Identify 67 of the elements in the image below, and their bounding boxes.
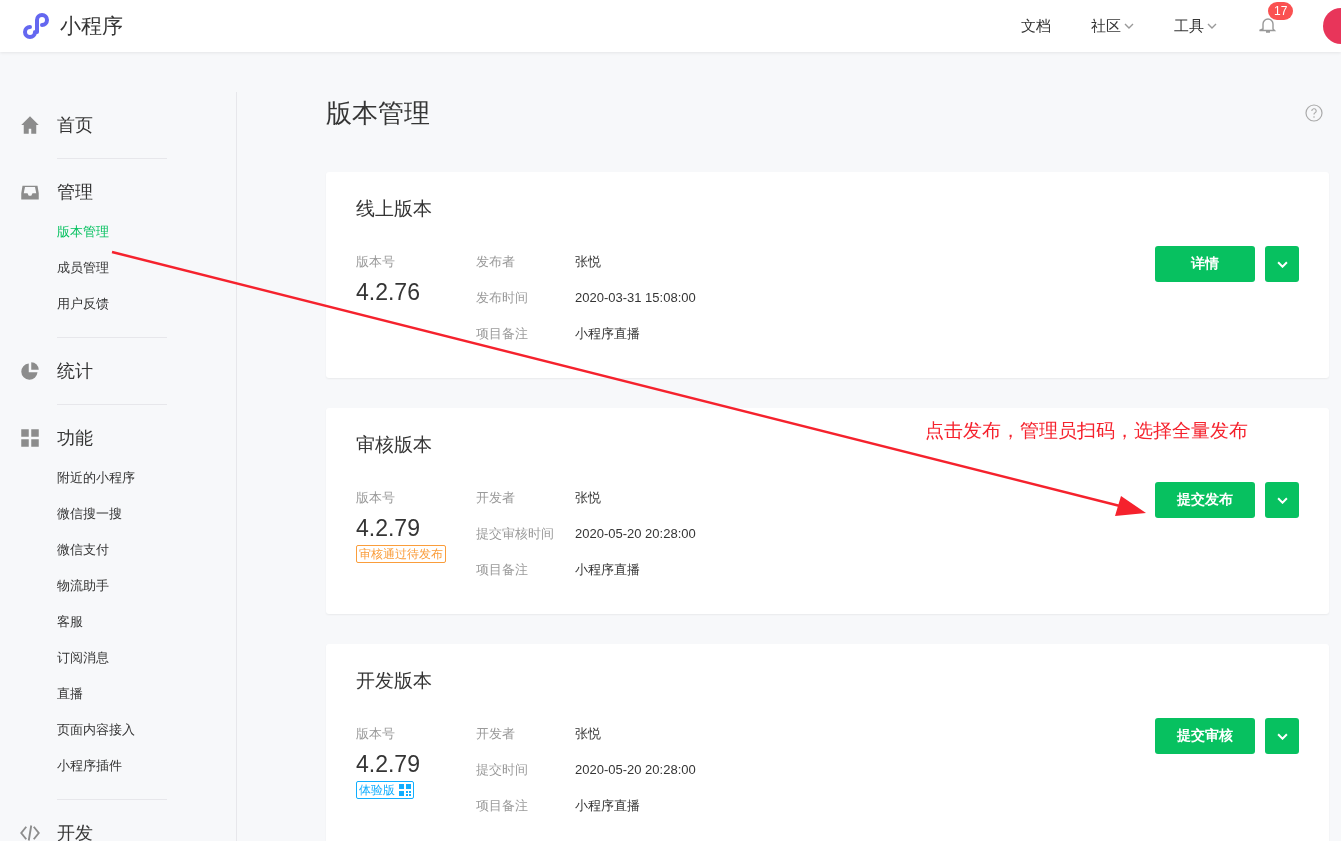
bell-icon[interactable] <box>1259 16 1277 34</box>
field-label: 项目备注 <box>476 325 529 343</box>
field-label: 提交时间 <box>476 761 529 779</box>
field-label: 发布时间 <box>476 289 529 307</box>
sidebar-item[interactable]: 客服 <box>57 611 236 647</box>
sidebar-group[interactable]: 管理 <box>57 180 93 204</box>
more-dropdown-button[interactable] <box>1265 482 1299 518</box>
field-value: 张悦 <box>575 253 602 271</box>
more-dropdown-button[interactable] <box>1265 718 1299 754</box>
sidebar-group[interactable]: 开发 <box>57 821 93 841</box>
chevron-down-icon <box>1276 260 1288 268</box>
sidebar-item[interactable]: 直播 <box>57 683 236 719</box>
chevron-down-icon <box>1276 496 1288 504</box>
nav-link[interactable]: 工具 <box>1174 16 1217 36</box>
field-value: 张悦 <box>575 489 602 507</box>
card-title: 审核版本 <box>356 433 432 457</box>
field-label: 提交审核时间 <box>476 525 555 543</box>
chevron-down-icon <box>1276 732 1288 740</box>
qr-code-icon <box>399 784 411 796</box>
sidebar-item[interactable]: 附近的小程序 <box>57 467 236 503</box>
logo-icon <box>20 10 52 42</box>
chevron-down-icon <box>1124 23 1134 29</box>
field-label: 项目备注 <box>476 797 529 815</box>
field-label: 开发者 <box>476 489 516 507</box>
field-label: 发布者 <box>476 253 516 271</box>
version-label: 版本号 <box>356 489 396 507</box>
field-value: 2020-05-20 20:28:00 <box>575 525 697 543</box>
field-value: 小程序直播 <box>575 325 641 343</box>
chevron-down-icon <box>1207 23 1217 29</box>
sidebar-group[interactable]: 功能 <box>57 426 93 450</box>
notification-badge: 17 <box>1268 2 1294 20</box>
nav-link[interactable]: 社区 <box>1091 16 1134 36</box>
version-number: 4.2.76 <box>356 278 421 307</box>
sidebar-item[interactable]: 物流助手 <box>57 575 236 611</box>
card-title: 线上版本 <box>356 197 432 221</box>
grid-icon <box>20 428 40 448</box>
more-dropdown-button[interactable] <box>1265 246 1299 282</box>
field-value: 2020-03-31 15:08:00 <box>575 289 697 307</box>
sidebar-group[interactable]: 统计 <box>57 359 93 383</box>
card-title: 开发版本 <box>356 669 432 693</box>
pie-chart-icon <box>20 361 40 381</box>
sidebar-group[interactable]: 首页 <box>57 113 93 137</box>
help-icon[interactable] <box>1305 104 1323 122</box>
version-number: 4.2.79 <box>356 750 421 779</box>
sidebar-item[interactable]: 微信支付 <box>57 539 236 575</box>
sidebar-item[interactable]: 微信搜一搜 <box>57 503 236 539</box>
sidebar-item[interactable]: 订阅消息 <box>57 647 236 683</box>
version-number: 4.2.79 <box>356 514 421 543</box>
field-value: 2020-05-20 20:28:00 <box>575 761 697 779</box>
sidebar-item[interactable]: 成员管理 <box>57 257 236 293</box>
field-label: 开发者 <box>476 725 516 743</box>
code-icon <box>20 823 40 841</box>
version-label: 版本号 <box>356 725 396 743</box>
field-value: 小程序直播 <box>575 797 641 815</box>
version-label: 版本号 <box>356 253 396 271</box>
annotation-text: 点击发布，管理员扫码，选择全量发布 <box>925 419 1248 443</box>
field-value: 张悦 <box>575 725 602 743</box>
app-title: 小程序 <box>60 13 123 39</box>
home-icon <box>20 115 40 135</box>
page-title: 版本管理 <box>326 96 431 130</box>
field-value: 小程序直播 <box>575 561 641 579</box>
sidebar-item[interactable]: 用户反馈 <box>57 293 236 329</box>
status-tag: 审核通过待发布 <box>356 545 446 563</box>
sidebar-item[interactable]: 页面内容接入 <box>57 719 236 755</box>
field-label: 项目备注 <box>476 561 529 579</box>
nav-link[interactable]: 文档 <box>1021 16 1051 36</box>
sidebar-item[interactable]: 小程序插件 <box>57 755 236 791</box>
